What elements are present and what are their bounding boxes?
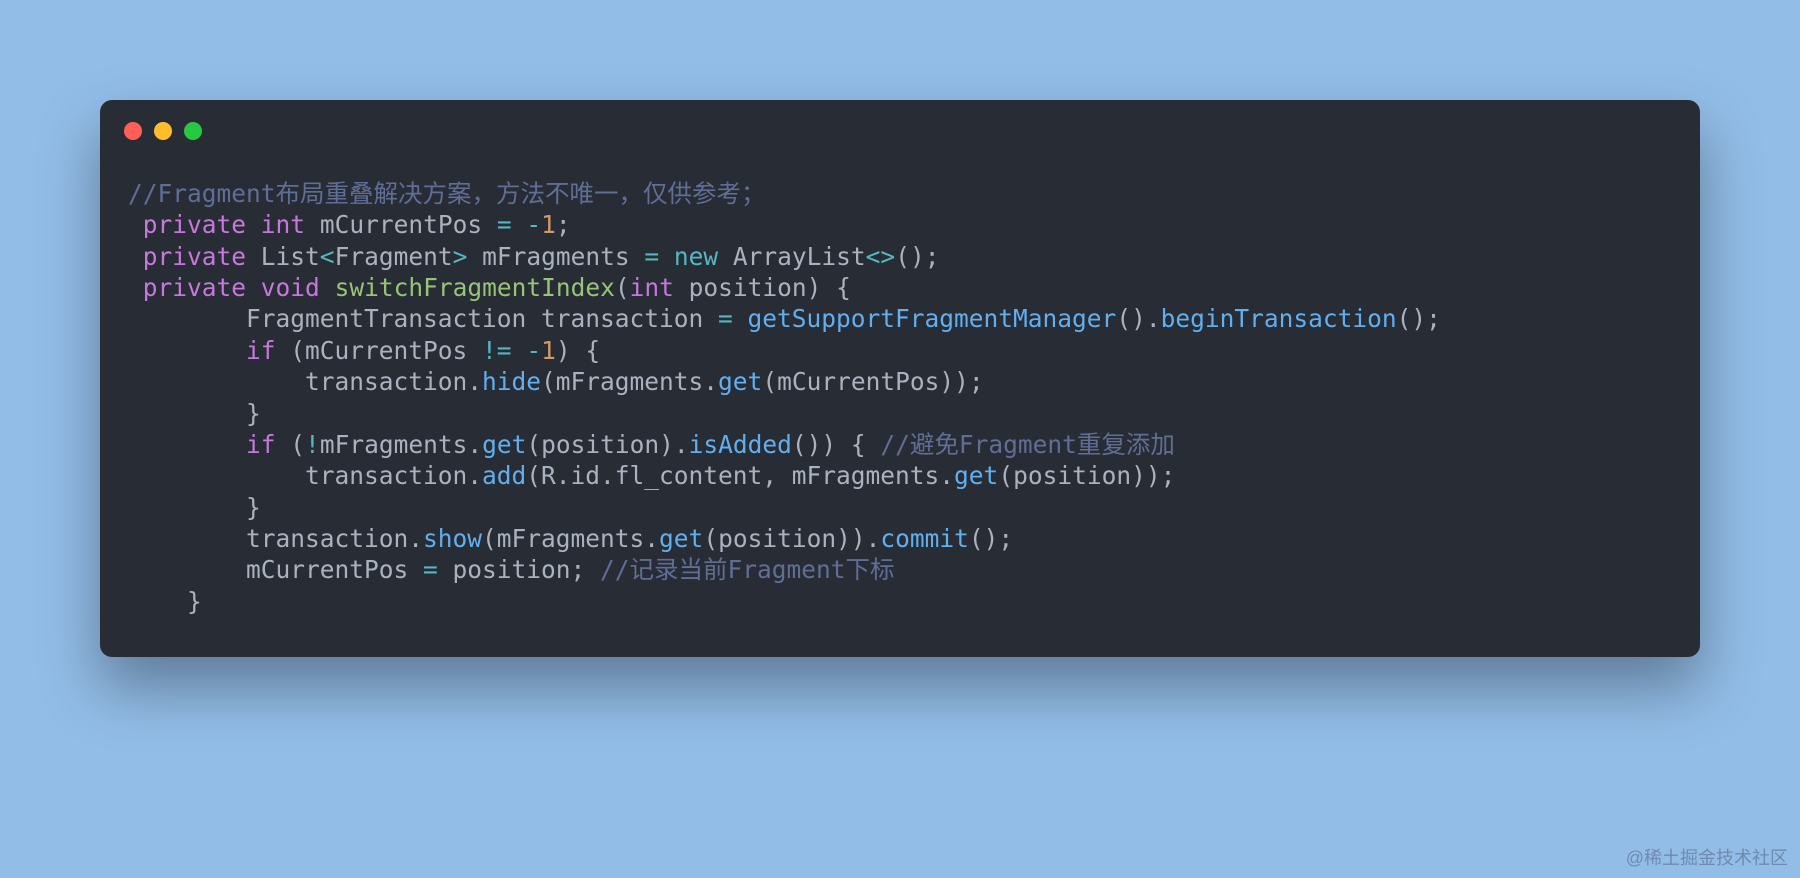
code-token: (); <box>969 524 1013 553</box>
code-token: Fragment <box>335 242 453 271</box>
code-token: hide <box>482 367 541 396</box>
code-token: isAdded <box>689 430 792 459</box>
code-token: (). <box>1116 304 1160 333</box>
code-token: List <box>246 242 320 271</box>
code-token: = <box>497 210 512 239</box>
code-token: mFragments. <box>320 430 482 459</box>
code-token: < <box>320 242 335 271</box>
minimize-icon[interactable] <box>154 122 172 140</box>
code-token: private <box>143 210 246 239</box>
code-token: show <box>423 524 482 553</box>
code-token: (position)); <box>998 461 1175 490</box>
code-token: get <box>482 430 526 459</box>
code-token: private <box>143 273 246 302</box>
code-block: //Fragment布局重叠解决方案，方法不唯一，仅供参考； private i… <box>100 148 1700 617</box>
code-token: (R.id.fl_content, mFragments. <box>526 461 954 490</box>
code-token: new <box>674 242 718 271</box>
code-token: } <box>128 493 261 522</box>
code-token <box>128 336 246 365</box>
code-token <box>733 304 748 333</box>
code-token: get <box>718 367 762 396</box>
code-token: 1 <box>541 336 556 365</box>
code-token: transaction. <box>128 461 482 490</box>
code-token: ( <box>615 273 630 302</box>
code-token: FragmentTransaction transaction <box>128 304 718 333</box>
code-token: (position)). <box>703 524 880 553</box>
code-token: mFragments <box>467 242 644 271</box>
code-token: (); <box>1397 304 1441 333</box>
code-window: //Fragment布局重叠解决方案，方法不唯一，仅供参考； private i… <box>100 100 1700 657</box>
code-token: commit <box>880 524 969 553</box>
code-token: //避免Fragment重复添加 <box>880 430 1175 459</box>
code-token: ) { <box>556 336 600 365</box>
code-token: } <box>128 587 202 616</box>
code-token: (position). <box>526 430 688 459</box>
close-icon[interactable] <box>124 122 142 140</box>
code-token: mCurrentPos <box>305 210 497 239</box>
code-token <box>512 336 527 365</box>
code-token: position; <box>438 555 600 584</box>
code-token <box>246 273 261 302</box>
code-token: add <box>482 461 526 490</box>
code-token: (mCurrentPos <box>276 336 483 365</box>
code-token: ! <box>305 430 320 459</box>
code-token <box>128 430 246 459</box>
code-token: beginTransaction <box>1161 304 1397 333</box>
code-token: - <box>526 336 541 365</box>
code-token: (mFragments. <box>482 524 659 553</box>
code-token: mCurrentPos <box>128 555 423 584</box>
code-token: > <box>453 242 468 271</box>
code-token: = <box>423 555 438 584</box>
maximize-icon[interactable] <box>184 122 202 140</box>
code-token: int <box>261 210 305 239</box>
code-token: = <box>718 304 733 333</box>
code-token: (); <box>895 242 939 271</box>
code-token: private <box>143 242 246 271</box>
code-token: ( <box>276 430 306 459</box>
code-token: (mFragments. <box>541 367 718 396</box>
code-token: void <box>261 273 320 302</box>
code-token <box>128 273 143 302</box>
code-token: <> <box>866 242 896 271</box>
code-token: ; <box>556 210 571 239</box>
code-token <box>128 210 143 239</box>
code-token: ArrayList <box>718 242 866 271</box>
code-token: int <box>630 273 674 302</box>
code-token <box>246 210 261 239</box>
code-token: 1 <box>541 210 556 239</box>
code-token: } <box>128 399 261 428</box>
window-titlebar <box>100 100 1700 148</box>
code-token: transaction. <box>128 367 482 396</box>
code-token <box>659 242 674 271</box>
code-token: position) { <box>674 273 851 302</box>
code-token: getSupportFragmentManager <box>748 304 1117 333</box>
code-token: ()) { <box>792 430 881 459</box>
code-token: = <box>644 242 659 271</box>
watermark-text: @稀土掘金技术社区 <box>1626 844 1788 870</box>
code-token: //Fragment布局重叠解决方案，方法不唯一，仅供参考； <box>128 179 766 208</box>
code-token: - <box>526 210 541 239</box>
code-token: //记录当前Fragment下标 <box>600 555 895 584</box>
code-token <box>128 242 143 271</box>
code-token: get <box>659 524 703 553</box>
code-token <box>512 210 527 239</box>
code-token: get <box>954 461 998 490</box>
code-token: if <box>246 430 276 459</box>
code-token: transaction. <box>128 524 423 553</box>
code-token: (mCurrentPos)); <box>762 367 983 396</box>
code-token <box>320 273 335 302</box>
code-token: != <box>482 336 512 365</box>
code-token: if <box>246 336 276 365</box>
code-token: switchFragmentIndex <box>335 273 615 302</box>
